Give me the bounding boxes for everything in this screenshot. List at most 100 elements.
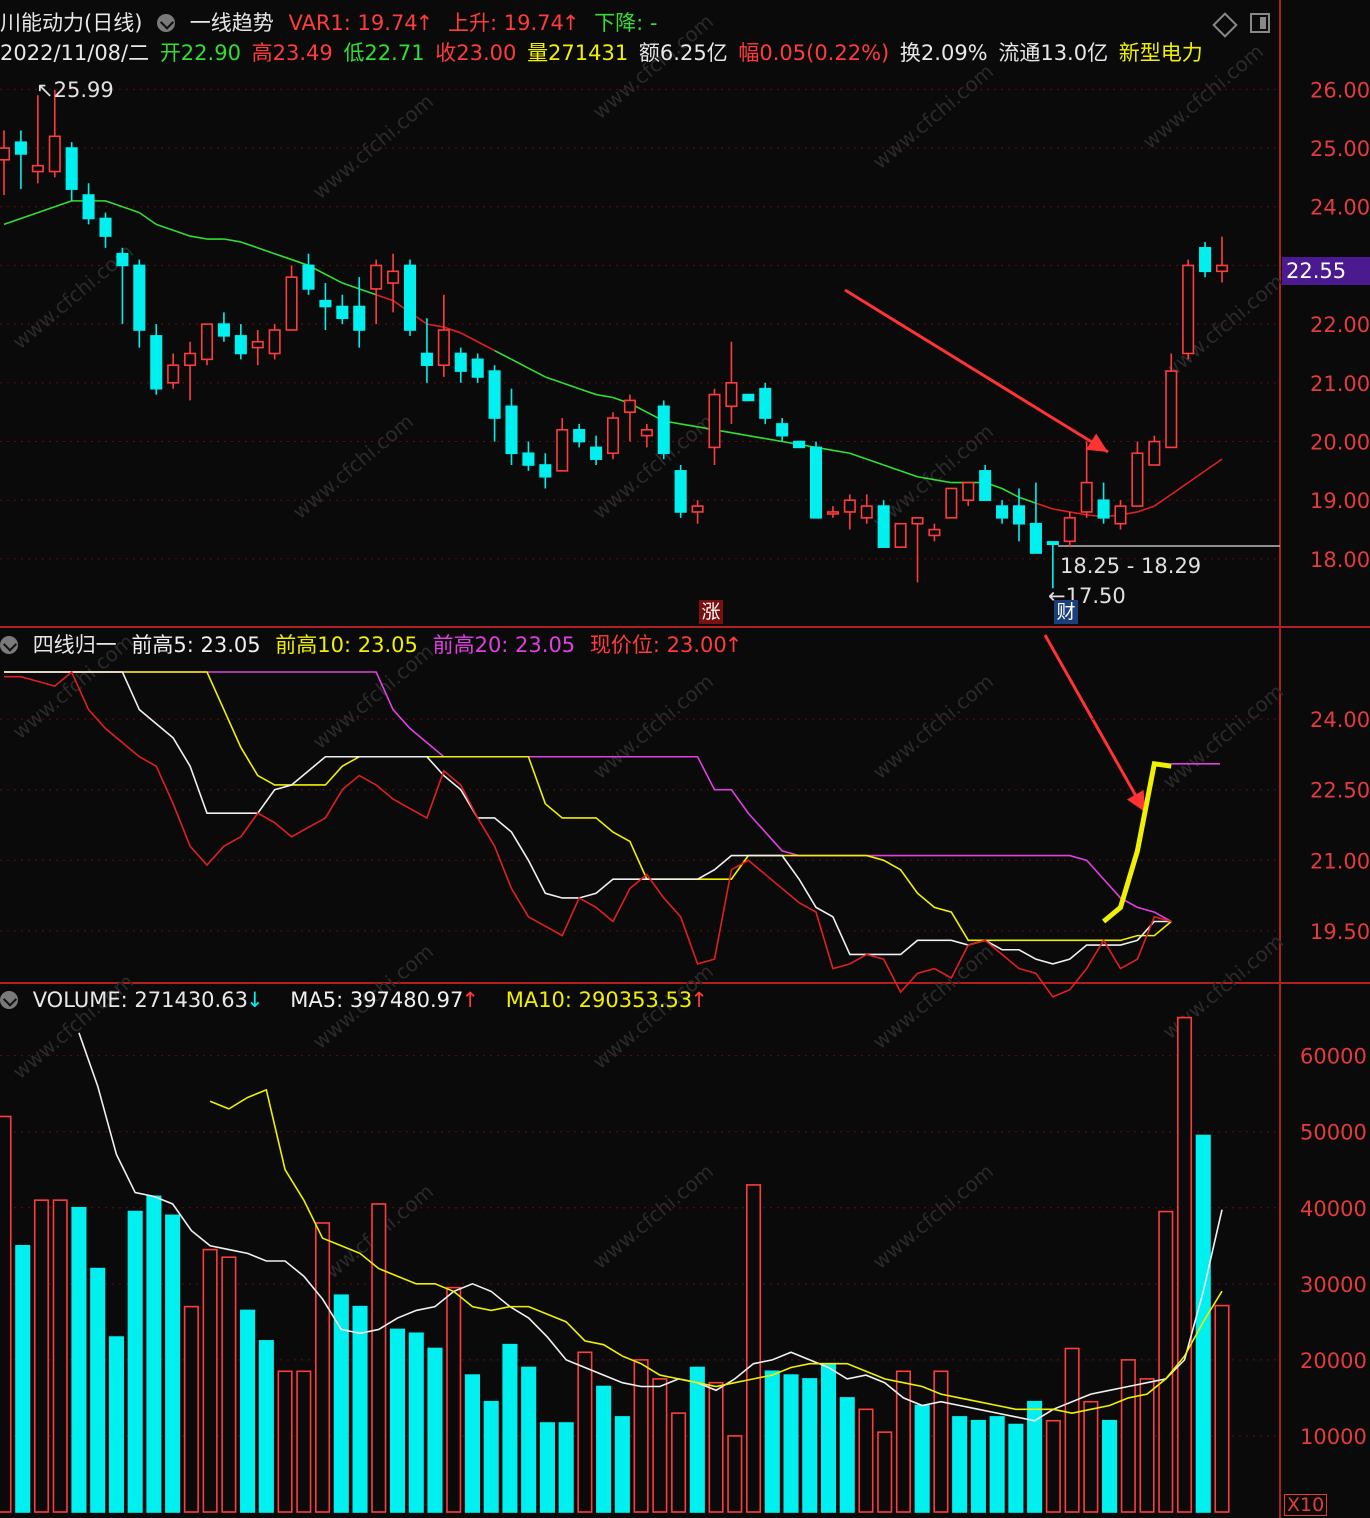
candle-body xyxy=(894,522,907,548)
candle xyxy=(167,353,180,389)
watermark-text: www.cfchi.com xyxy=(868,59,998,174)
volume-bar xyxy=(839,1397,855,1513)
candle-body xyxy=(877,505,890,548)
candle xyxy=(31,95,44,184)
watermark-text: www.cfchi.com xyxy=(1158,679,1288,794)
candle xyxy=(437,294,450,377)
ma-line-segment xyxy=(223,238,241,243)
y-tick-label: 30000 xyxy=(1300,1273,1367,1297)
candle xyxy=(911,517,924,583)
volume-bar xyxy=(689,1366,705,1513)
candle xyxy=(979,465,992,502)
candle-body xyxy=(1046,541,1059,546)
peak-annotation: ↖25.99 xyxy=(36,78,114,102)
candle-body xyxy=(31,164,44,173)
candle-body xyxy=(759,387,772,419)
volume-bar xyxy=(502,1343,518,1513)
dropdown-icon[interactable] xyxy=(0,636,18,654)
ma-line-segment xyxy=(291,258,309,267)
cai-marker[interactable]: 财 xyxy=(1054,600,1078,624)
candle-body xyxy=(1097,499,1110,519)
candle xyxy=(928,523,941,542)
range-annotation: 18.25 - 18.29 xyxy=(1060,554,1202,578)
up-value: 上升: 19.74 xyxy=(447,11,564,35)
candle xyxy=(268,324,281,360)
candle-body xyxy=(1029,522,1042,554)
quote-high: 高23.49 xyxy=(251,41,333,65)
candle-body xyxy=(945,487,958,519)
volume-bar xyxy=(165,1214,181,1513)
y-tick-label: 24.00 xyxy=(1310,196,1370,220)
volume-bar xyxy=(1158,1210,1174,1513)
chart-canvas[interactable]: www.cfchi.com www.cfchi.com www.cfchi.com w… xyxy=(0,0,1370,1518)
candle-body xyxy=(48,135,61,173)
watermark-text: www.cfchi.com xyxy=(868,669,998,784)
candle-body xyxy=(522,452,535,466)
candle xyxy=(1029,482,1042,554)
candle xyxy=(1097,482,1110,524)
watermark-text: www.cfchi.com xyxy=(1158,269,1288,384)
candle-body xyxy=(962,481,975,502)
candle xyxy=(759,382,772,424)
ma-line-segment xyxy=(189,235,208,240)
ma-line-segment xyxy=(883,464,901,472)
candle xyxy=(1131,441,1144,507)
candle-body xyxy=(539,464,552,478)
ma-line-segment xyxy=(494,349,512,361)
panel2-name: 四线归一 xyxy=(32,633,117,657)
y-tick-label: 60000 xyxy=(1300,1045,1367,1069)
ma-line-segment xyxy=(172,229,191,237)
dropdown-icon[interactable] xyxy=(157,14,176,32)
volume-bar xyxy=(408,1332,424,1513)
ma-line-segment xyxy=(375,294,394,302)
candle xyxy=(742,393,755,402)
panel3-title-row: VOLUME: 271430.63↓ MA5: 397480.97↑ MA10:… xyxy=(0,987,716,1013)
candle xyxy=(1080,441,1093,518)
window-toggle-icon[interactable] xyxy=(1250,13,1270,33)
ma-line-segment xyxy=(325,273,343,284)
volume-bar xyxy=(146,1195,162,1513)
ma-line-segment xyxy=(257,247,275,255)
stock-name[interactable]: 川能动力(日线) xyxy=(0,11,142,35)
candle xyxy=(200,323,214,366)
y-tick-label: 18.00 xyxy=(1310,548,1370,572)
candle-body xyxy=(1114,505,1127,525)
candle-body xyxy=(99,217,112,237)
candle xyxy=(184,341,197,401)
candle-body xyxy=(0,147,11,161)
candle-body xyxy=(1131,452,1144,507)
watermark-text: www.cfchi.com xyxy=(288,409,418,524)
ma-line-segment xyxy=(1187,470,1206,484)
candle xyxy=(1114,500,1127,530)
candle-body xyxy=(200,323,214,361)
series-line-rise xyxy=(1101,760,1172,924)
candle-body xyxy=(809,446,823,519)
y-tick-label: 50000 xyxy=(1300,1121,1367,1145)
candle xyxy=(1215,236,1229,283)
candle xyxy=(606,412,620,460)
volume-bar xyxy=(0,1115,12,1513)
volume-bar xyxy=(671,1412,687,1513)
candle-body xyxy=(826,511,839,515)
volume-bar xyxy=(15,1244,31,1513)
volume-bar xyxy=(127,1210,143,1513)
y-tick-label: 20.00 xyxy=(1310,431,1370,455)
candle xyxy=(488,365,501,442)
volume-bar xyxy=(446,1286,462,1513)
ma-line-segment xyxy=(138,211,157,226)
volume-bar xyxy=(258,1340,274,1513)
volume-bar xyxy=(1120,1359,1136,1513)
zhang-marker[interactable]: 涨 xyxy=(699,600,723,624)
candle xyxy=(894,522,907,548)
ma-line-segment xyxy=(578,387,597,396)
volume-bar xyxy=(483,1400,499,1513)
dropdown-icon[interactable] xyxy=(0,991,18,1009)
up-arrow-icon: ↑ xyxy=(561,11,580,35)
candle xyxy=(945,487,958,519)
volume-bar xyxy=(1008,1423,1024,1513)
ma-line-segment xyxy=(342,282,360,290)
ma-line-segment xyxy=(748,434,766,440)
candle-body xyxy=(65,147,78,190)
quote-volume: 量271431 xyxy=(527,41,629,65)
candle-body xyxy=(1215,264,1229,273)
